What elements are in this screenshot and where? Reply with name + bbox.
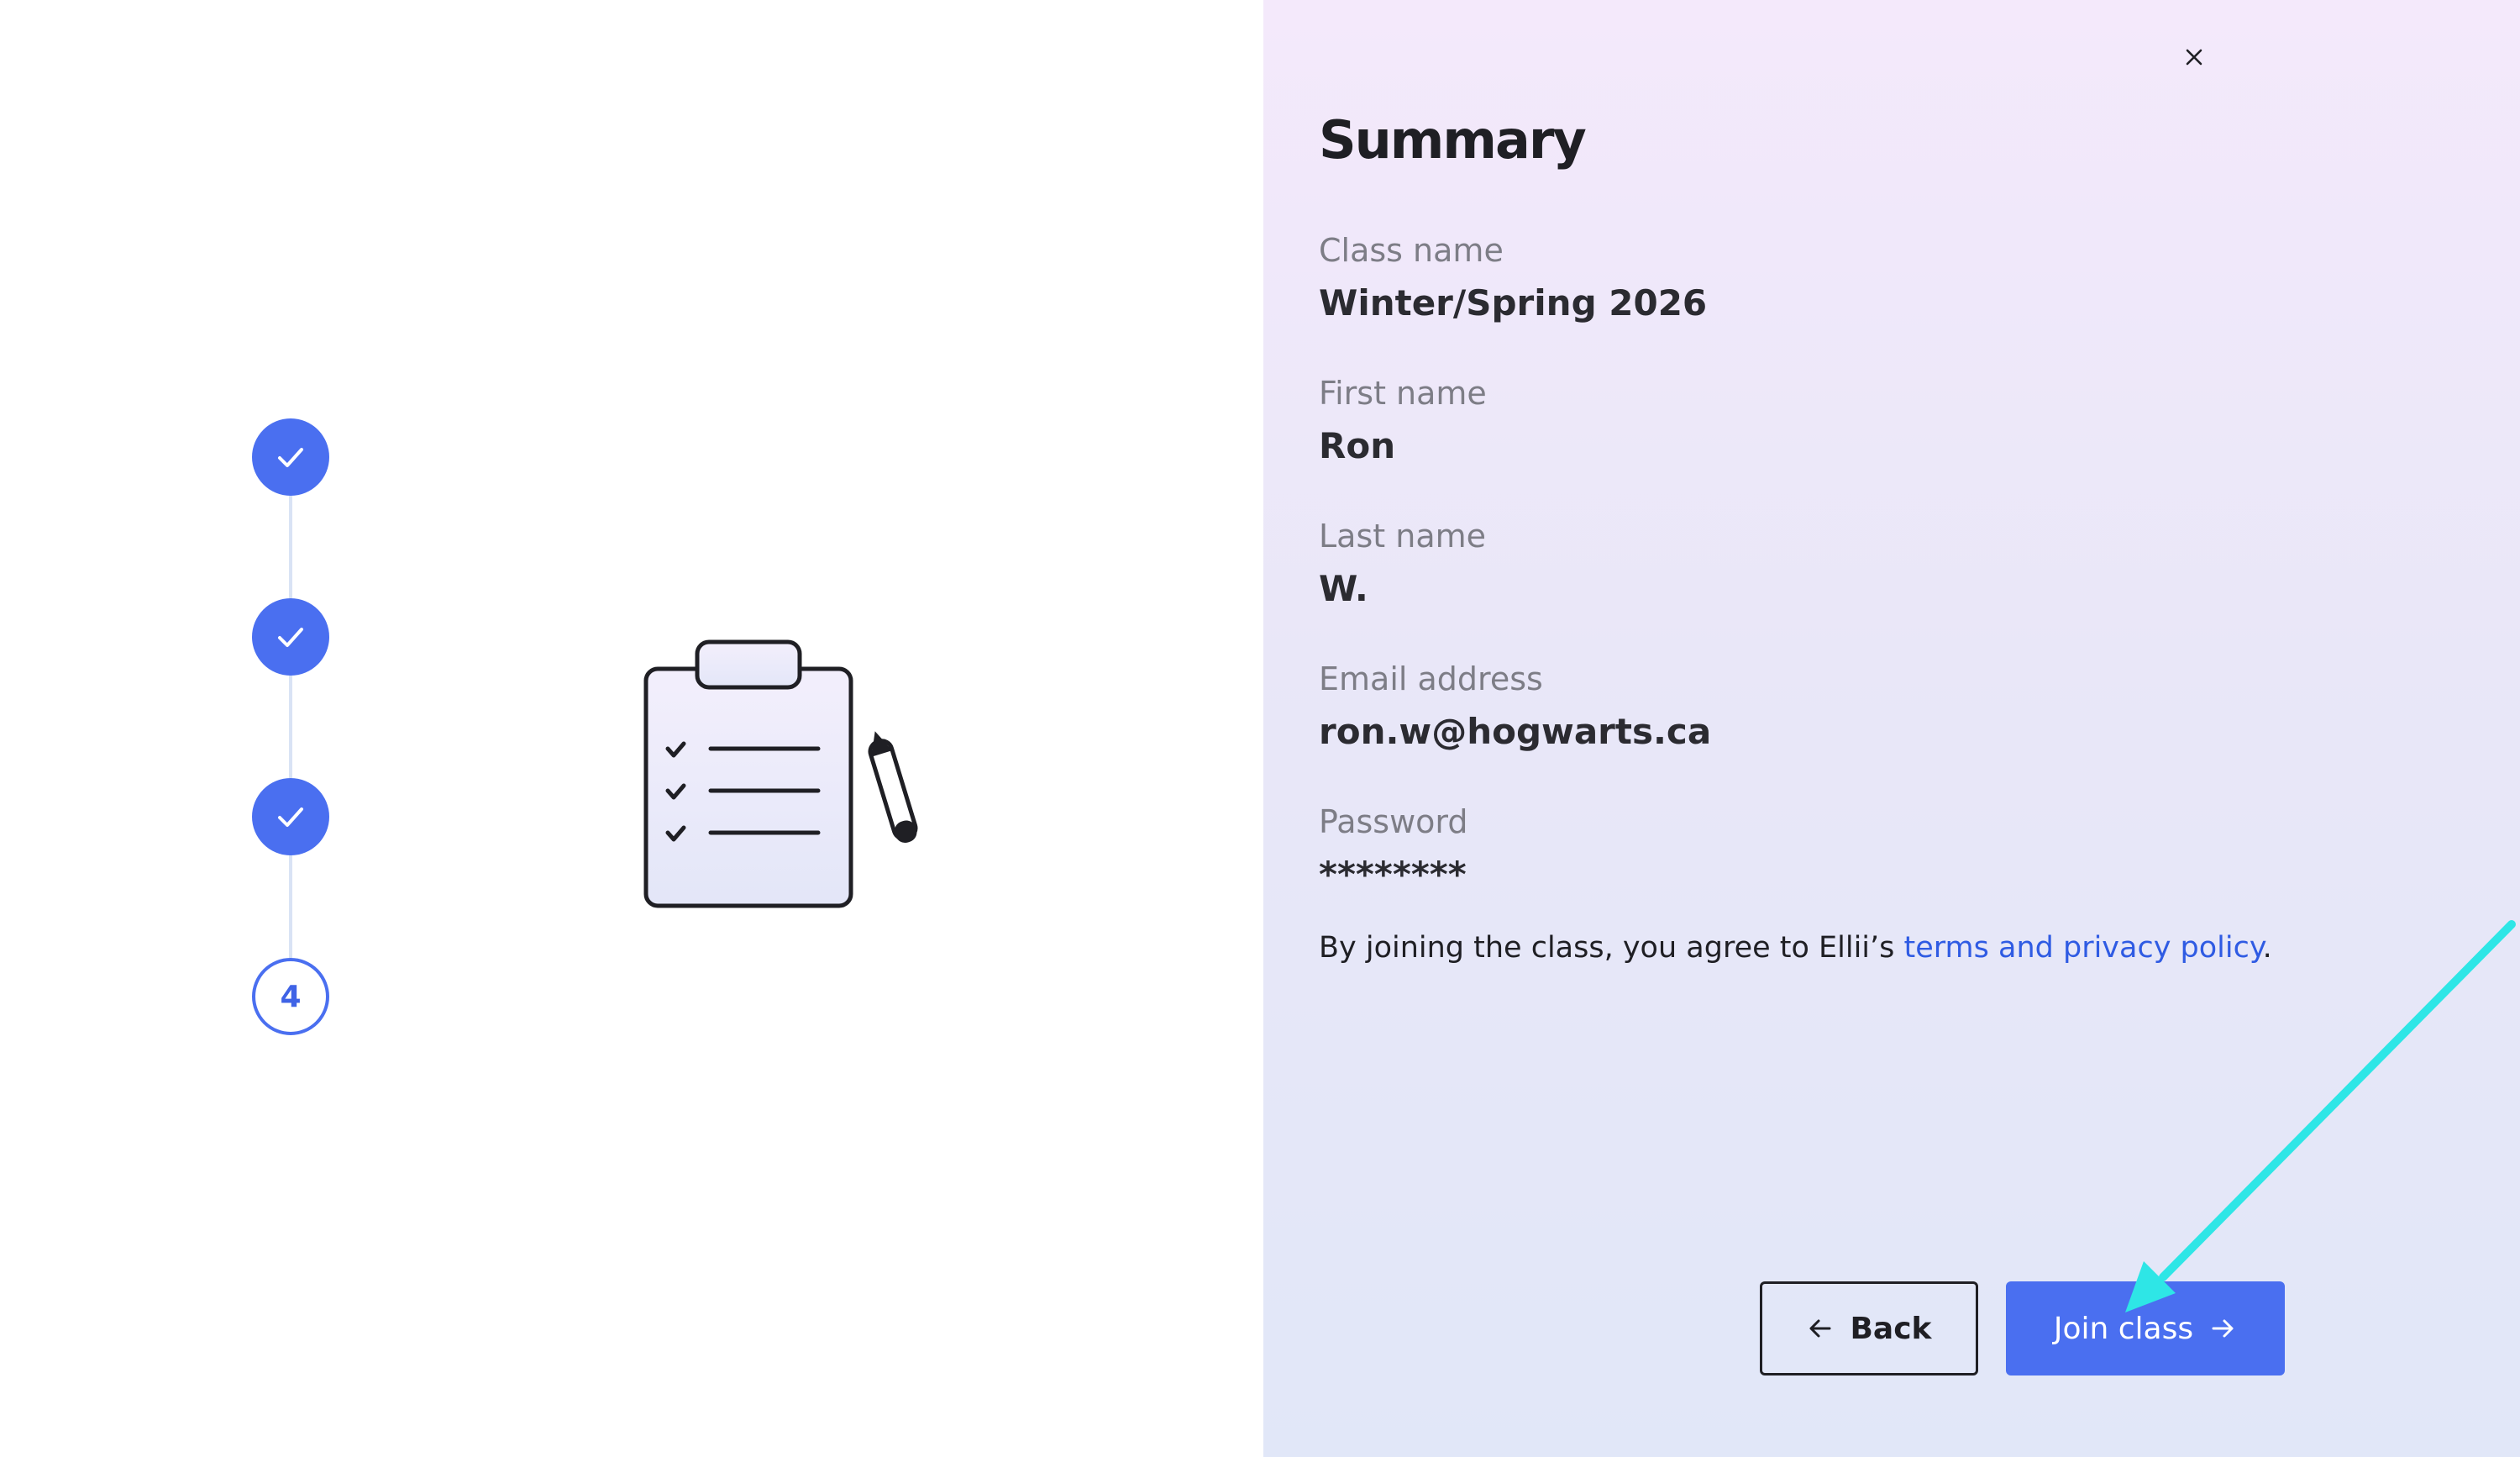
clipboard-checklist-icon: [643, 639, 918, 908]
back-button[interactable]: Back: [1760, 1281, 1978, 1375]
app-window: 4 Summary Class name Winter/Spring 2026 …: [0, 0, 2520, 1457]
last-name-value: W.: [1319, 568, 1368, 609]
password-label: Password: [1319, 803, 1468, 840]
terms-privacy-link[interactable]: terms and privacy policy: [1904, 931, 2263, 965]
step-1-complete: [252, 418, 329, 496]
step-connector: [289, 676, 292, 778]
left-panel: 4: [0, 0, 1263, 1457]
first-name-label: First name: [1319, 375, 1487, 412]
email-label: Email address: [1319, 660, 1543, 697]
check-icon: [278, 628, 303, 647]
arrow-left-icon: [1806, 1314, 1835, 1343]
step-2-complete: [252, 598, 329, 676]
join-class-button[interactable]: Join class: [2006, 1281, 2285, 1375]
agreement-prefix: By joining the class, you agree to Ellii…: [1319, 931, 1904, 965]
last-name-label: Last name: [1319, 518, 1486, 555]
page-title: Summary: [1319, 109, 1587, 171]
email-value: ron.w@hogwarts.ca: [1319, 711, 1712, 752]
close-button[interactable]: [2177, 40, 2211, 74]
step-connector: [289, 496, 292, 598]
back-button-label: Back: [1850, 1311, 1932, 1346]
step-4-current: 4: [252, 958, 329, 1035]
arrow-right-icon: [2208, 1314, 2237, 1343]
first-name-value: Ron: [1319, 425, 1396, 466]
agreement-suffix: .: [2262, 931, 2272, 965]
progress-stepper: 4: [252, 418, 329, 1037]
close-icon: [2186, 49, 2202, 66]
step-3-complete: [252, 778, 329, 855]
class-name-label: Class name: [1319, 232, 1504, 269]
password-value: ********: [1319, 854, 1467, 895]
check-icon: [278, 448, 303, 467]
step-number: 4: [280, 979, 302, 1014]
check-icon: [278, 807, 303, 827]
terms-agreement: By joining the class, you agree to Ellii…: [1319, 931, 2272, 965]
class-name-value: Winter/Spring 2026: [1319, 282, 1708, 323]
step-connector: [289, 855, 292, 958]
join-class-button-label: Join class: [2053, 1311, 2194, 1346]
